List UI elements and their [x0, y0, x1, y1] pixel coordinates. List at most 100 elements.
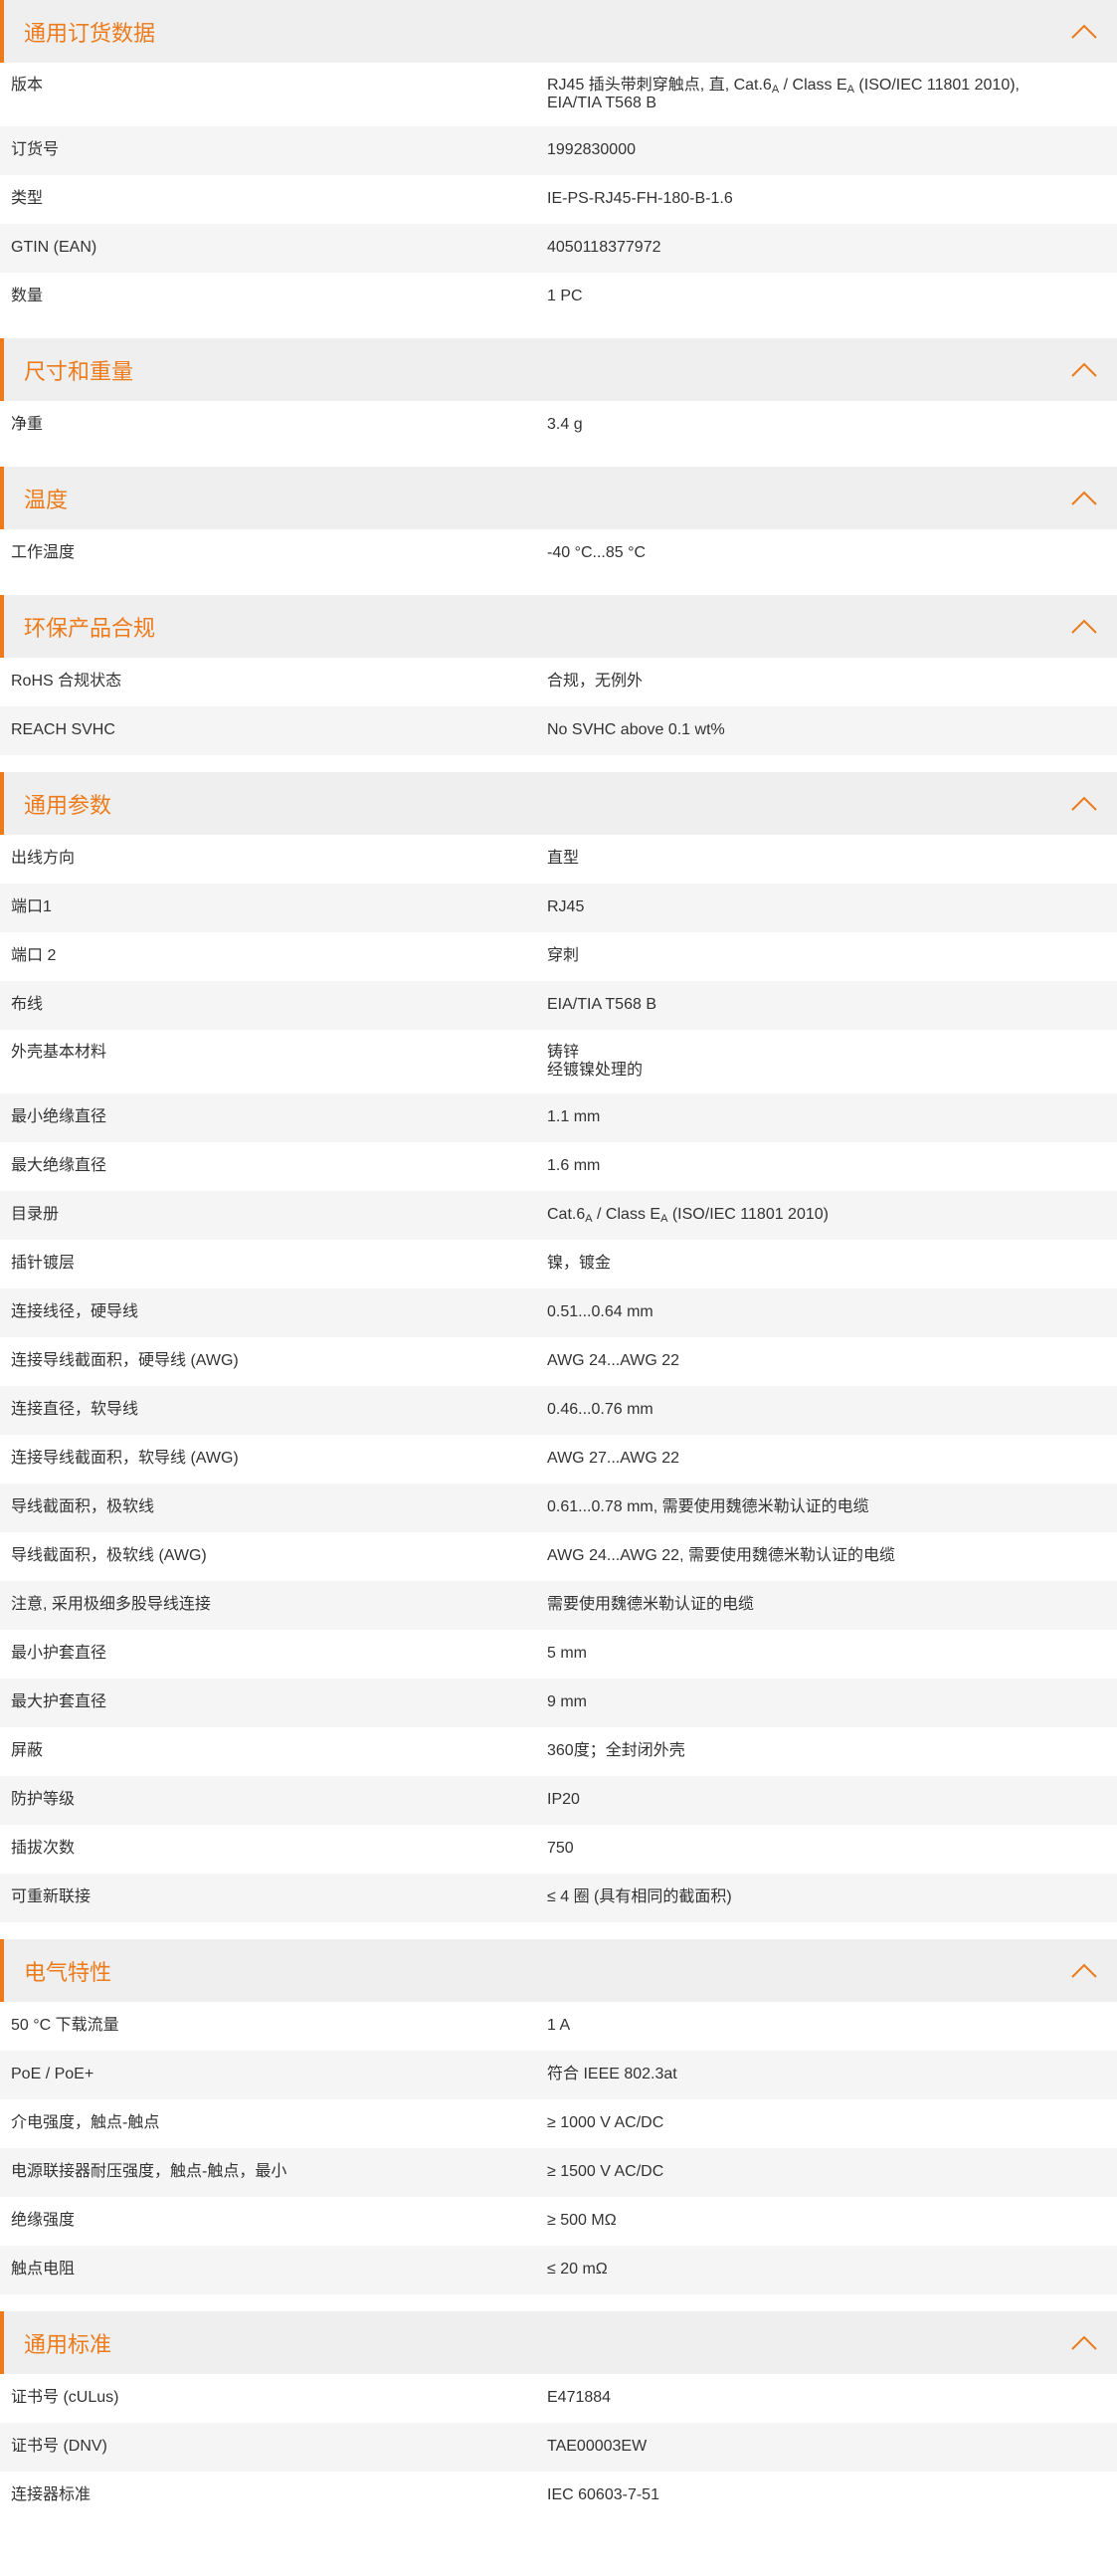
spec-row: 防护等级 IP20 — [0, 1776, 1117, 1825]
chevron-up-icon[interactable] — [1069, 22, 1099, 42]
section-header-toggle[interactable]: 温度 — [0, 467, 1117, 529]
spec-value: AWG 27...AWG 22 — [547, 1450, 680, 1467]
spec-label: 净重 — [11, 416, 44, 433]
spec-row: 连接线径，硬导线 0.51...0.64 mm — [0, 1288, 1117, 1337]
spec-label: 连接线径，硬导线 — [11, 1303, 139, 1320]
spec-row: 最小绝缘直径 1.1 mm — [0, 1093, 1117, 1142]
spec-label: 电源联接器耐压强度，触点-触点，最小 — [11, 2163, 287, 2180]
spec-section: 通用标准证书号 (cULus) E471884 证书号 (DNV) TAE00003E… — [0, 2311, 1117, 2537]
spec-value: 需要使用魏德米勒认证的电缆 — [547, 1596, 755, 1613]
product-data-page: 通用订货数据 版本 RJ45 插头带刺穿触点, 直, Cat.6A / Class … — [0, 0, 1117, 2537]
spec-value: 合规，无例外 — [547, 673, 644, 690]
spec-row: 最小护套直径 5 mm — [0, 1630, 1117, 1679]
spec-label: 绝缘强度 — [11, 2212, 76, 2229]
section-title: 通用参数 — [24, 792, 112, 818]
spec-section: 通用参数 出线方向 直型 端口1 RJ45 端口 2 穿刺 布线 EIA/TIA T568 B 外… — [0, 772, 1117, 1939]
section-title: 尺寸和重量 — [24, 358, 134, 384]
spec-label: 最小护套直径 — [11, 1645, 107, 1662]
spec-value: 0.46...0.76 mm — [547, 1401, 653, 1418]
section-title: 电气特性 — [24, 1959, 112, 1985]
spec-rows: 50 °C 下载流量 1 A PoE / PoE+ 符合 IEEE 802.3at 介电… — [0, 2002, 1117, 2294]
spec-value: Cat.6A / Class EA (ISO/IEC 11801 2010) — [547, 1206, 829, 1225]
spec-value: AWG 24...AWG 22 — [547, 1352, 680, 1369]
spec-label: 数量 — [11, 288, 44, 304]
section-spacer — [0, 2294, 1117, 2311]
spec-label: 外壳基本材料 — [11, 1044, 107, 1061]
spec-value: 直型 — [547, 850, 580, 867]
chevron-up-icon[interactable] — [1069, 489, 1099, 508]
spec-label: PoE / PoE+ — [11, 2066, 94, 2082]
spec-row: 端口 2 穿刺 — [0, 932, 1117, 981]
spec-label: REACH SVHC — [11, 721, 115, 738]
spec-row: REACH SVHC No SVHC above 0.1 wt% — [0, 706, 1117, 755]
spec-value: E471884 — [547, 2389, 612, 2406]
spec-label: 端口 2 — [11, 947, 57, 964]
section-header-toggle[interactable]: 尺寸和重量 — [0, 338, 1117, 401]
section-header-toggle[interactable]: 电气特性 — [0, 1939, 1117, 2002]
spec-section: 尺寸和重量净重 3.4 g — [0, 338, 1117, 467]
spec-value: 3.4 g — [547, 416, 583, 433]
spec-row: 连接器标准 IEC 60603-7-51 — [0, 2472, 1117, 2520]
spec-row: 连接直径，软导线 0.46...0.76 mm — [0, 1386, 1117, 1435]
spec-value: IEC 60603-7-51 — [547, 2486, 659, 2503]
spec-value: -40 °C...85 °C — [547, 544, 647, 561]
chevron-up-icon[interactable] — [1069, 360, 1099, 380]
spec-value: RJ45 插头带刺穿触点, 直, Cat.6A / Class EA (ISO/… — [547, 77, 1020, 111]
spec-label: 防护等级 — [11, 1791, 76, 1808]
spec-row: 导线截面积，极软线 (AWG) AWG 24...AWG 22, 需要使用魏德米勒… — [0, 1532, 1117, 1581]
spec-row: 出线方向 直型 — [0, 835, 1117, 884]
spec-label: 插针镀层 — [11, 1255, 76, 1272]
spec-label: 介电强度，触点-触点 — [11, 2114, 160, 2131]
spec-row: 布线 EIA/TIA T568 B — [0, 981, 1117, 1030]
spec-rows: 工作温度 -40 °C...85 °C — [0, 529, 1117, 578]
spec-label: 连接器标准 — [11, 2486, 92, 2503]
spec-rows: RoHS 合规状态 合规，无例外 REACH SVHC No SVHC above 0… — [0, 658, 1117, 755]
spec-row: 外壳基本材料 铸锌 经镀镍处理的 — [0, 1030, 1117, 1093]
spec-value: 750 — [547, 1840, 574, 1857]
spec-value: 1 A — [547, 2017, 571, 2034]
spec-row: 电源联接器耐压强度，触点-触点，最小 ≥ 1500 V AC/DC — [0, 2148, 1117, 2197]
spec-row: 连接导线截面积，硬导线 (AWG) AWG 24...AWG 22 — [0, 1337, 1117, 1386]
spec-label: 订货号 — [11, 141, 60, 158]
section-header-toggle[interactable]: 通用标准 — [0, 2311, 1117, 2374]
spec-row: 证书号 (DNV) TAE00003EW — [0, 2423, 1117, 2472]
chevron-up-icon[interactable] — [1069, 2333, 1099, 2353]
spec-value: 9 mm — [547, 1693, 587, 1710]
spec-row: 可重新联接 ≤ 4 圈 (具有相同的截面积) — [0, 1874, 1117, 1922]
spec-label: 可重新联接 — [11, 1888, 92, 1905]
spec-value: ≥ 1500 V AC/DC — [547, 2163, 664, 2180]
spec-row: 订货号 1992830000 — [0, 126, 1117, 175]
spec-label: 布线 — [11, 996, 44, 1013]
spec-row: 端口1 RJ45 — [0, 884, 1117, 932]
spec-value: TAE00003EW — [547, 2438, 648, 2455]
spec-label: 出线方向 — [11, 850, 76, 867]
spec-row: 插拔次数 750 — [0, 1825, 1117, 1874]
section-spacer — [0, 450, 1117, 467]
spec-label: GTIN (EAN) — [11, 239, 97, 256]
section-spacer — [0, 755, 1117, 772]
spec-label: 证书号 (cULus) — [11, 2389, 119, 2406]
spec-section: 通用订货数据 版本 RJ45 插头带刺穿触点, 直, Cat.6A / Class … — [0, 0, 1117, 338]
section-header-toggle[interactable]: 通用参数 — [0, 772, 1117, 835]
chevron-up-icon[interactable] — [1069, 794, 1099, 814]
spec-row: PoE / PoE+ 符合 IEEE 802.3at — [0, 2051, 1117, 2099]
spec-value: 360度；全封闭外壳 — [547, 1742, 685, 1759]
spec-value: ≥ 500 MΩ — [547, 2212, 617, 2229]
chevron-up-icon[interactable] — [1069, 617, 1099, 637]
spec-rows: 净重 3.4 g — [0, 401, 1117, 450]
chevron-up-icon[interactable] — [1069, 1961, 1099, 1981]
spec-value: ≤ 4 圈 (具有相同的截面积) — [547, 1888, 732, 1905]
section-header-toggle[interactable]: 环保产品合规 — [0, 595, 1117, 658]
spec-row: RoHS 合规状态 合规，无例外 — [0, 658, 1117, 706]
spec-row: 类型 IE-PS-RJ45-FH-180-B-1.6 — [0, 175, 1117, 224]
spec-row: 介电强度，触点-触点 ≥ 1000 V AC/DC — [0, 2099, 1117, 2148]
spec-row: 净重 3.4 g — [0, 401, 1117, 450]
spec-section: 温度 工作温度 -40 °C...85 °C — [0, 467, 1117, 595]
section-spacer — [0, 578, 1117, 595]
spec-value: 穿刺 — [547, 947, 580, 964]
section-header-toggle[interactable]: 通用订货数据 — [0, 0, 1117, 63]
spec-row: 连接导线截面积，软导线 (AWG) AWG 27...AWG 22 — [0, 1435, 1117, 1484]
spec-label: 屏蔽 — [11, 1742, 44, 1759]
spec-value: ≥ 1000 V AC/DC — [547, 2114, 664, 2131]
spec-value: 符合 IEEE 802.3at — [547, 2066, 677, 2082]
